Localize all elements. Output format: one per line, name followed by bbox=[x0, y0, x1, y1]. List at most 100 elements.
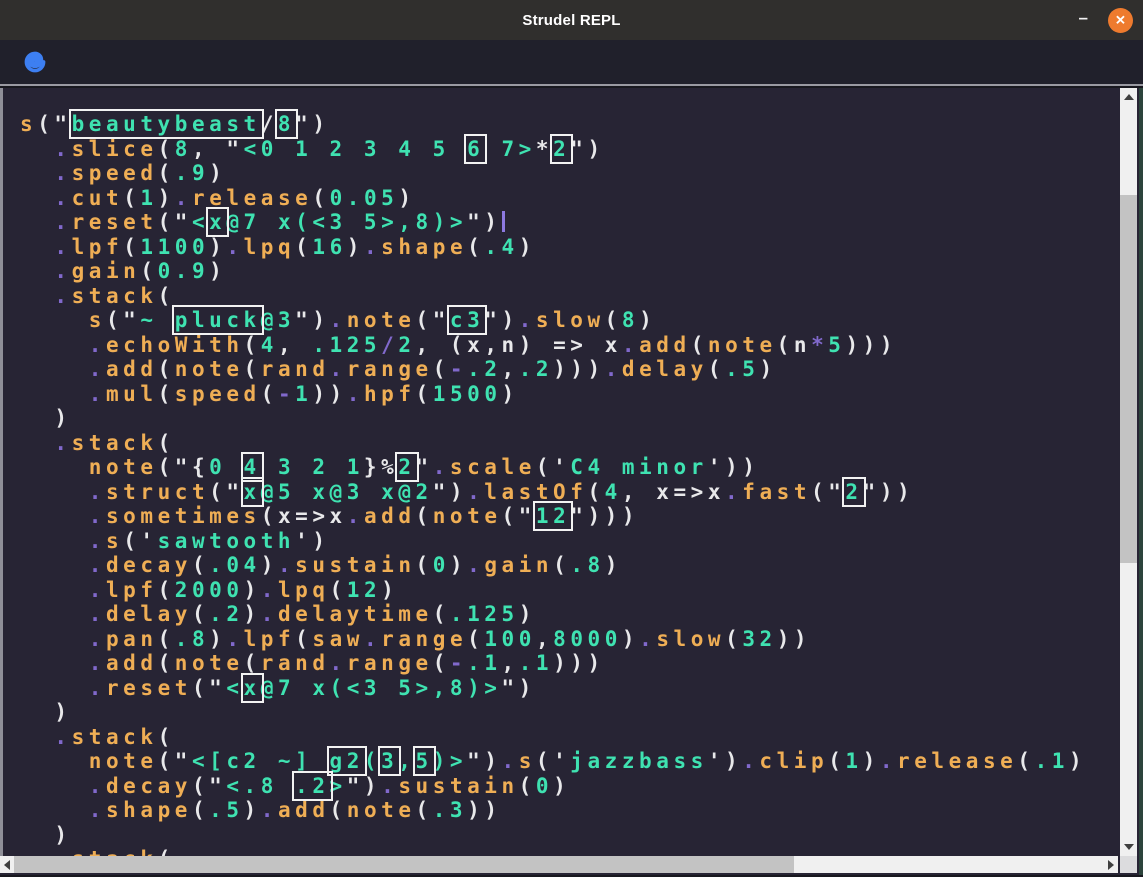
code-token: .125 bbox=[312, 333, 381, 357]
code-token: (' bbox=[536, 455, 570, 479]
code-token: ) bbox=[209, 259, 226, 283]
code-token: , bbox=[536, 627, 553, 651]
code-token: 12 bbox=[347, 578, 381, 602]
code-line: .s('sawtooth') bbox=[20, 529, 1086, 554]
code-token: . bbox=[330, 308, 347, 332]
code-token: 2 bbox=[398, 333, 415, 357]
code-token: ) bbox=[519, 602, 536, 626]
code-token: ) bbox=[502, 382, 519, 406]
code-token: . bbox=[54, 284, 71, 308]
code-token: ) bbox=[20, 823, 72, 847]
code-token: . bbox=[467, 553, 484, 577]
code-token: slow bbox=[656, 627, 725, 651]
active-token-highlight: x bbox=[209, 210, 226, 234]
code-token: ") bbox=[484, 308, 518, 332]
code-token: .1 bbox=[1035, 749, 1069, 773]
code-token bbox=[20, 455, 89, 479]
code-line: .delay(.2).delaytime(.125) bbox=[20, 602, 1086, 627]
active-token-highlight: 8 bbox=[278, 112, 295, 136]
code-token: .2 bbox=[519, 357, 553, 381]
minimize-button[interactable]: – bbox=[1075, 9, 1092, 32]
code-editor[interactable]: s("beautybeast/8") .slice(8, "<0 1 2 3 4… bbox=[3, 88, 1120, 856]
code-line: .cut(1).release(0.05) bbox=[20, 186, 1086, 211]
code-token: / bbox=[381, 333, 398, 357]
scroll-left-icon[interactable] bbox=[4, 860, 10, 870]
code-token: . bbox=[89, 357, 106, 381]
code-token: ) bbox=[553, 774, 570, 798]
code-token: ( bbox=[158, 431, 175, 455]
code-token: ( bbox=[192, 798, 209, 822]
code-token: stack bbox=[72, 431, 158, 455]
code-line: .lpf(2000).lpq(12) bbox=[20, 578, 1086, 603]
active-token-highlight: 2 bbox=[845, 480, 862, 504]
code-token: . bbox=[175, 186, 192, 210]
code-token: (" bbox=[502, 504, 536, 528]
code-line: .gain(0.9) bbox=[20, 259, 1086, 284]
active-token-highlight: .2 bbox=[295, 774, 329, 798]
code-token: range bbox=[381, 627, 467, 651]
window-title: Strudel REPL bbox=[522, 12, 620, 29]
code-token: ~ bbox=[140, 308, 174, 332]
code-token: ( bbox=[725, 627, 742, 651]
code-token: x bbox=[278, 504, 295, 528]
code-token: ")) bbox=[863, 480, 915, 504]
horizontal-scrollbar[interactable] bbox=[0, 856, 1118, 873]
code-token: ") bbox=[295, 308, 329, 332]
code-token bbox=[20, 798, 89, 822]
code-token: note bbox=[89, 749, 158, 773]
code-token: ( bbox=[519, 774, 536, 798]
code-token: (' bbox=[123, 529, 157, 553]
code-area[interactable]: s("beautybeast/8") .slice(8, "<0 1 2 3 4… bbox=[20, 112, 1086, 856]
code-token: ( bbox=[1017, 749, 1034, 773]
code-token bbox=[20, 210, 54, 234]
code-token: .1 bbox=[467, 651, 501, 675]
code-token: . bbox=[89, 529, 106, 553]
scroll-right-icon[interactable] bbox=[1108, 860, 1114, 870]
code-token: ( bbox=[587, 480, 604, 504]
code-token: . bbox=[501, 749, 518, 773]
code-token: slice bbox=[72, 137, 158, 161]
code-token: ( bbox=[158, 137, 175, 161]
code-token bbox=[20, 382, 89, 406]
code-token: (" bbox=[106, 308, 140, 332]
scroll-down-icon[interactable] bbox=[1124, 844, 1134, 850]
code-token: note bbox=[347, 308, 416, 332]
code-token: (" bbox=[192, 676, 226, 700]
code-token: . bbox=[54, 259, 71, 283]
code-token: note bbox=[708, 333, 777, 357]
code-token: ) bbox=[605, 553, 622, 577]
code-token: , bbox=[622, 480, 656, 504]
code-token: 1 bbox=[140, 186, 157, 210]
code-token: lastOf bbox=[484, 480, 587, 504]
horizontal-scrollbar-thumb[interactable] bbox=[14, 856, 794, 873]
code-token: "))) bbox=[570, 504, 639, 528]
titlebar[interactable]: Strudel REPL – ✕ bbox=[0, 0, 1143, 40]
code-token: / bbox=[261, 112, 278, 136]
code-token: * bbox=[536, 137, 553, 161]
code-token: 8000 bbox=[553, 627, 622, 651]
code-token: 1100 bbox=[140, 235, 209, 259]
code-token: sustain bbox=[398, 774, 518, 798]
code-line: .speed(.9) bbox=[20, 161, 1086, 186]
code-token: (" bbox=[37, 112, 71, 136]
text-cursor bbox=[502, 211, 505, 232]
code-token: , bbox=[484, 333, 501, 357]
code-token: .2 bbox=[209, 602, 243, 626]
code-token: . bbox=[89, 627, 106, 651]
vertical-scrollbar-thumb[interactable] bbox=[1120, 195, 1137, 563]
code-token: . bbox=[54, 186, 71, 210]
code-line: ) bbox=[20, 823, 1086, 848]
code-line: .add(note(rand.range(-.2,.2))).delay(.5) bbox=[20, 357, 1086, 382]
code-token: 3 2 1 bbox=[261, 455, 364, 479]
strudel-logo-icon[interactable] bbox=[20, 47, 50, 77]
scroll-up-icon[interactable] bbox=[1124, 94, 1134, 100]
code-token: (" bbox=[158, 749, 192, 773]
code-token: ) bbox=[244, 602, 261, 626]
code-token: ) bbox=[244, 798, 261, 822]
code-token: rand bbox=[261, 357, 330, 381]
close-button[interactable]: ✕ bbox=[1108, 8, 1133, 33]
vertical-scrollbar[interactable] bbox=[1120, 88, 1137, 856]
code-token: ") bbox=[467, 749, 501, 773]
code-token: ") bbox=[347, 774, 381, 798]
code-token: . bbox=[89, 798, 106, 822]
